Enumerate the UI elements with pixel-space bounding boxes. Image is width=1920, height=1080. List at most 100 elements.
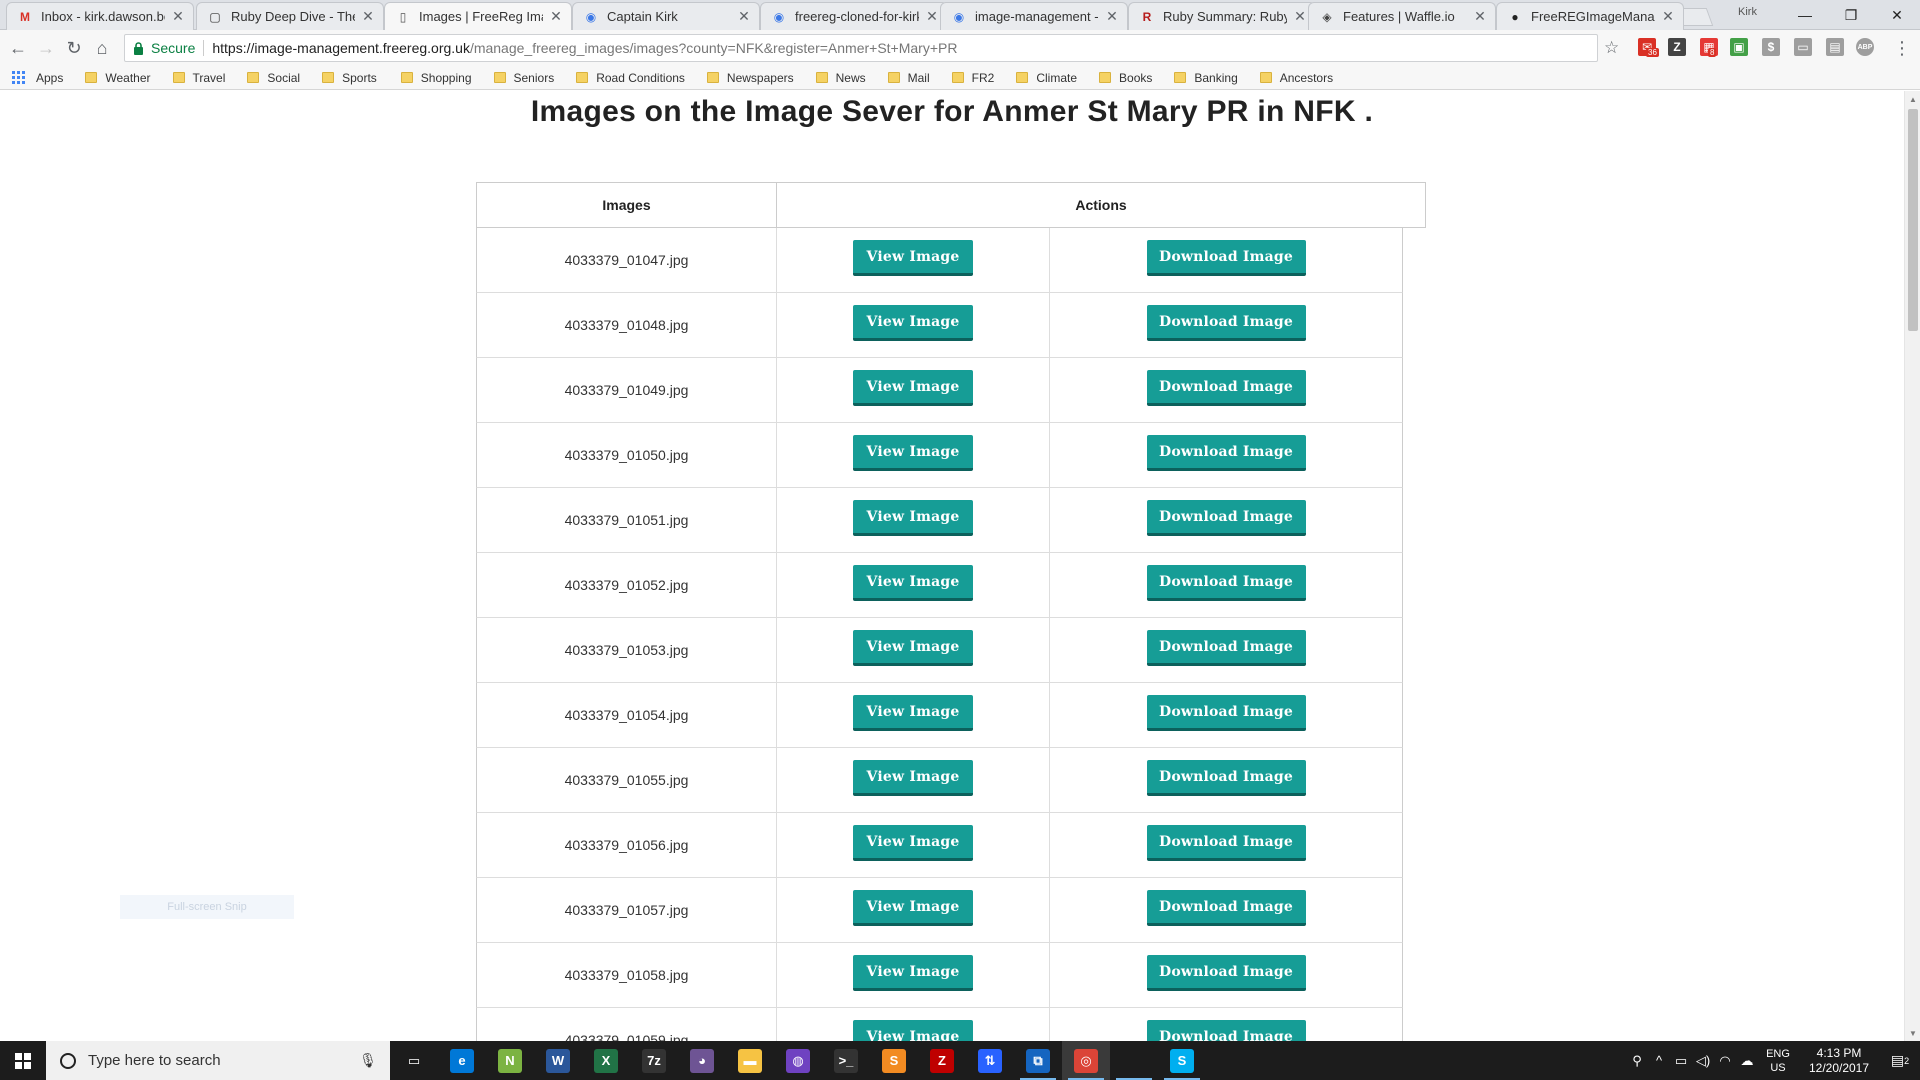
download-image-button[interactable]: Download Image [1146, 565, 1306, 601]
view-image-button[interactable]: View Image [853, 1020, 973, 1041]
clock[interactable]: 4:13 PM 12/20/2017 [1798, 1046, 1880, 1076]
bookmark-fr2[interactable]: FR2 [951, 71, 994, 85]
download-image-button[interactable]: Download Image [1146, 435, 1306, 471]
bookmark-books[interactable]: Books [1099, 71, 1152, 85]
download-image-button[interactable]: Download Image [1146, 240, 1306, 276]
chrome-icon[interactable]: ◎ [1062, 1041, 1110, 1080]
minimize-button[interactable]: — [1782, 0, 1828, 30]
browser-tab[interactable]: ◉ Captain Kirk ✕ [572, 2, 760, 30]
bookmark-newspapers[interactable]: Newspapers [706, 71, 794, 85]
view-image-button[interactable]: View Image [853, 435, 973, 471]
close-tab-icon[interactable]: ✕ [361, 8, 375, 25]
home-button[interactable]: ⌂ [90, 36, 114, 60]
view-image-button[interactable]: View Image [853, 240, 973, 276]
rdp-icon[interactable]: ⧉ [1014, 1041, 1062, 1080]
browser-tab[interactable]: ◈ Features | Waffle.io ✕ [1308, 2, 1496, 30]
battery-icon[interactable]: ▭ [1670, 1041, 1692, 1080]
browser-tab[interactable]: ◉ image-management - C ✕ [940, 2, 1128, 30]
volume-icon[interactable]: ◁) [1692, 1041, 1714, 1080]
microphone-icon[interactable]: 🎙 [358, 1052, 378, 1069]
browser-tab[interactable]: R Ruby Summary: Ruby S ✕ [1128, 2, 1316, 30]
scroll-thumb[interactable] [1908, 109, 1918, 331]
skype-icon[interactable]: S [1158, 1041, 1206, 1080]
bookmark-sports[interactable]: Sports [322, 71, 377, 85]
profile-label[interactable]: Kirk [1738, 6, 1757, 18]
bookmark-banking[interactable]: Banking [1174, 71, 1238, 85]
apps-grid-icon[interactable] [12, 70, 26, 85]
address-bar[interactable]: Secure https://image-management.freereg.… [124, 34, 1598, 62]
view-image-button[interactable]: View Image [853, 825, 973, 861]
download-image-button[interactable]: Download Image [1146, 370, 1306, 406]
zotero-ext-icon[interactable]: Z [1668, 38, 1686, 56]
bookmark-star-icon[interactable]: ☆ [1604, 38, 1619, 58]
download-image-button[interactable]: Download Image [1146, 500, 1306, 536]
excel-icon[interactable]: X [582, 1041, 630, 1080]
scroll-up-arrow-icon[interactable]: ▲ [1905, 91, 1920, 107]
vertical-scrollbar[interactable]: ▲ ▼ [1904, 91, 1920, 1041]
close-tab-icon[interactable]: ✕ [549, 8, 563, 25]
task-view-icon[interactable]: ▭ [390, 1041, 438, 1080]
bookmark-seniors[interactable]: Seniors [493, 71, 554, 85]
github-desktop-icon[interactable]: ◕ [678, 1041, 726, 1080]
notepadpp-icon[interactable]: N [486, 1041, 534, 1080]
bookmark-shopping[interactable]: Shopping [400, 71, 472, 85]
browser-tab[interactable]: ◉ freereg-cloned-for-kirk ✕ [760, 2, 948, 30]
close-tab-icon[interactable]: ✕ [1473, 8, 1487, 25]
close-tab-icon[interactable]: ✕ [1105, 8, 1119, 25]
abp-ext-icon[interactable]: ABP [1856, 38, 1874, 56]
onedrive-icon[interactable]: ☁ [1736, 1041, 1758, 1080]
bookmark-weather[interactable]: Weather [85, 71, 151, 85]
view-image-button[interactable]: View Image [853, 630, 973, 666]
reload-button[interactable]: ↻ [62, 36, 86, 60]
bookmark-mail[interactable]: Mail [887, 71, 930, 85]
view-image-button[interactable]: View Image [853, 565, 973, 601]
7zip-icon[interactable]: 7z [630, 1041, 678, 1080]
download-image-button[interactable]: Download Image [1146, 825, 1306, 861]
close-tab-icon[interactable]: ✕ [1661, 8, 1675, 25]
terminal-icon[interactable]: >_ [822, 1041, 870, 1080]
cast-ext-icon[interactable]: ▭ [1794, 38, 1812, 56]
picture-ext-icon[interactable]: ▤ [1826, 38, 1844, 56]
download-image-button[interactable]: Download Image [1146, 1020, 1306, 1041]
download-image-button[interactable]: Download Image [1146, 305, 1306, 341]
browser-tab[interactable]: ● FreeREGImageManage ✕ [1496, 2, 1684, 30]
download-image-button[interactable]: Download Image [1146, 955, 1306, 991]
bookmark-climate[interactable]: Climate [1016, 71, 1077, 85]
browser-tab[interactable]: ▢ Ruby Deep Dive - The B ✕ [196, 2, 384, 30]
download-image-button[interactable]: Download Image [1146, 890, 1306, 926]
bookmark-travel[interactable]: Travel [172, 71, 225, 85]
download-image-button[interactable]: Download Image [1146, 630, 1306, 666]
taskbar-search-box[interactable]: Type here to search 🎙 [46, 1041, 390, 1080]
browser-menu-icon[interactable]: ⋮ [1890, 36, 1914, 60]
bookmark-ancestors[interactable]: Ancestors [1259, 71, 1333, 85]
bookmark-social[interactable]: Social [247, 71, 300, 85]
filezilla-icon[interactable]: Z [918, 1041, 966, 1080]
scroll-down-arrow-icon[interactable]: ▼ [1905, 1025, 1920, 1041]
network-tool-icon[interactable]: ⇅ [966, 1041, 1014, 1080]
back-button[interactable]: ← [6, 36, 30, 60]
view-image-button[interactable]: View Image [853, 760, 973, 796]
green-ext-icon[interactable]: ▣ [1730, 38, 1748, 56]
blank-app-icon[interactable] [1110, 1041, 1158, 1080]
bookmark-apps[interactable]: Apps [36, 71, 63, 85]
grey-ext-icon[interactable]: $ [1762, 38, 1780, 56]
view-image-button[interactable]: View Image [853, 890, 973, 926]
chevron-up-icon[interactable]: ^ [1648, 1041, 1670, 1080]
language-indicator[interactable]: ENG US [1758, 1047, 1798, 1075]
view-image-button[interactable]: View Image [853, 695, 973, 731]
close-tab-icon[interactable]: ✕ [171, 8, 185, 25]
bookmark-news[interactable]: News [815, 71, 866, 85]
view-image-button[interactable]: View Image [853, 500, 973, 536]
bookmark-road-conditions[interactable]: Road Conditions [576, 71, 685, 85]
download-image-button[interactable]: Download Image [1146, 695, 1306, 731]
word-icon[interactable]: W [534, 1041, 582, 1080]
notifications-icon[interactable]: ▤ 2 [1880, 1041, 1920, 1080]
browser-tab[interactable]: ▯ Images | FreeReg Imag ✕ [384, 2, 572, 30]
view-image-button[interactable]: View Image [853, 305, 973, 341]
forward-button[interactable]: → [34, 36, 58, 60]
view-image-button[interactable]: View Image [853, 370, 973, 406]
file-explorer-icon[interactable]: ▬ [726, 1041, 774, 1080]
restore-button[interactable]: ❐ [1828, 0, 1874, 30]
close-tab-icon[interactable]: ✕ [925, 8, 939, 25]
sublime-icon[interactable]: S [870, 1041, 918, 1080]
